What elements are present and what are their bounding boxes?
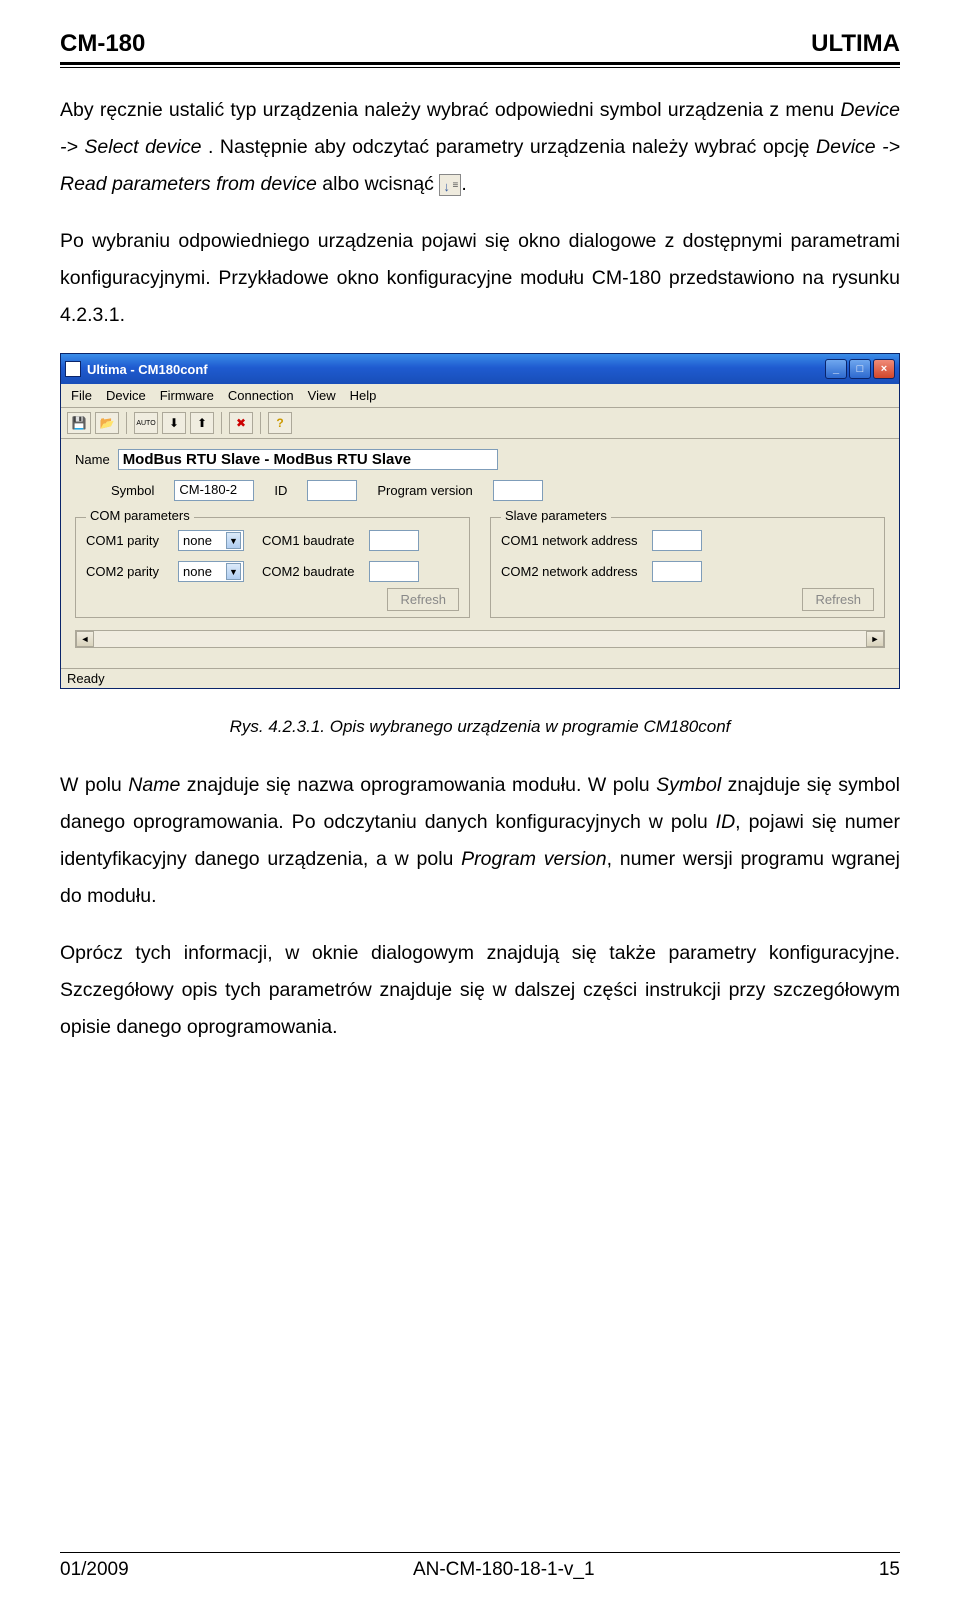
scroll-right-icon[interactable]: ►: [866, 631, 884, 647]
id-label: ID: [274, 483, 287, 498]
group-legend: Slave parameters: [501, 508, 611, 523]
footer-page: 15: [879, 1559, 900, 1581]
menubar: File Device Firmware Connection View Hel…: [61, 384, 899, 408]
com2-parity-select[interactable]: none ▼: [178, 561, 244, 582]
field-ref: Symbol: [656, 774, 721, 796]
com1-net-label: COM1 network address: [501, 533, 638, 548]
statusbar: Ready: [61, 668, 899, 688]
app-window: Ultima - CM180conf _ □ × File Device Fir…: [60, 353, 900, 689]
separator: [260, 412, 261, 434]
header-rule: [60, 62, 900, 68]
field-ref: ID: [716, 811, 736, 833]
chevron-down-icon: ▼: [226, 532, 241, 549]
com1-net-field[interactable]: [652, 530, 702, 551]
com1-baud-field[interactable]: [369, 530, 419, 551]
progver-label: Program version: [377, 483, 472, 498]
status-text: Ready: [67, 671, 105, 686]
disconnect-icon[interactable]: ✖: [229, 412, 253, 434]
text: znajduje się nazwa oprogramowania modułu…: [180, 774, 656, 796]
paragraph-2: Po wybraniu odpowiedniego urządzenia poj…: [60, 223, 900, 334]
refresh-button-com[interactable]: Refresh: [387, 588, 459, 611]
scroll-left-icon[interactable]: ◄: [76, 631, 94, 647]
window-title: Ultima - CM180conf: [87, 362, 825, 377]
open-icon[interactable]: 📂: [95, 412, 119, 434]
id-field[interactable]: [307, 480, 357, 501]
paragraph-4: Oprócz tych informacji, w oknie dialogow…: [60, 935, 900, 1046]
com1-baud-label: COM1 baudrate: [262, 533, 355, 548]
footer-rule: [60, 1552, 900, 1553]
symbol-field[interactable]: CM-180-2: [174, 480, 254, 501]
progver-field[interactable]: [493, 480, 543, 501]
horizontal-scrollbar[interactable]: ◄ ►: [75, 630, 885, 648]
com2-baud-label: COM2 baudrate: [262, 564, 355, 579]
menu-view[interactable]: View: [308, 388, 336, 403]
app-icon: [65, 361, 81, 377]
menu-help[interactable]: Help: [350, 388, 377, 403]
group-legend: COM parameters: [86, 508, 194, 523]
name-field[interactable]: ModBus RTU Slave - ModBus RTU Slave: [118, 449, 498, 470]
menu-file[interactable]: File: [71, 388, 92, 403]
com2-net-field[interactable]: [652, 561, 702, 582]
minimize-button[interactable]: _: [825, 359, 847, 379]
text: Aby ręcznie ustalić typ urządzenia należ…: [60, 99, 840, 121]
paragraph-3: W polu Name znajduje się nazwa oprogramo…: [60, 767, 900, 915]
com2-baud-field[interactable]: [369, 561, 419, 582]
separator: [221, 412, 222, 434]
close-button[interactable]: ×: [873, 359, 895, 379]
menu-device[interactable]: Device: [106, 388, 146, 403]
text: W polu: [60, 774, 128, 796]
page-header: CM-180 ULTIMA: [60, 30, 900, 58]
auto-icon[interactable]: AUTO: [134, 412, 158, 434]
com-parameters-group: COM parameters COM1 parity none ▼ COM1 b…: [75, 517, 470, 618]
header-right: ULTIMA: [811, 30, 900, 58]
com2-parity-label: COM2 parity: [86, 564, 164, 579]
client-area: Name ModBus RTU Slave - ModBus RTU Slave…: [61, 439, 899, 668]
read-params-icon: [439, 174, 461, 196]
scroll-track[interactable]: [94, 631, 866, 647]
field-ref: Program version: [461, 848, 606, 870]
footer-docid: AN-CM-180-18-1-v_1: [413, 1559, 595, 1581]
save-icon[interactable]: 💾: [67, 412, 91, 434]
menu-connection[interactable]: Connection: [228, 388, 294, 403]
titlebar[interactable]: Ultima - CM180conf _ □ ×: [61, 354, 899, 384]
toolbar: 💾 📂 AUTO ⬇ ⬆ ✖ ?: [61, 408, 899, 439]
com1-parity-label: COM1 parity: [86, 533, 164, 548]
select-value: none: [183, 533, 212, 548]
header-left: CM-180: [60, 30, 145, 58]
paragraph-1: Aby ręcznie ustalić typ urządzenia należ…: [60, 92, 900, 203]
read-icon[interactable]: ⬇: [162, 412, 186, 434]
menu-firmware[interactable]: Firmware: [160, 388, 214, 403]
com1-parity-select[interactable]: none ▼: [178, 530, 244, 551]
text: .: [461, 173, 466, 195]
com2-net-label: COM2 network address: [501, 564, 638, 579]
page-footer: 01/2009 AN-CM-180-18-1-v_1 15: [60, 1552, 900, 1581]
name-label: Name: [75, 452, 110, 467]
footer-date: 01/2009: [60, 1559, 129, 1581]
separator: [126, 412, 127, 434]
text: . Następnie aby odczytać parametry urząd…: [208, 136, 816, 158]
select-value: none: [183, 564, 212, 579]
slave-parameters-group: Slave parameters COM1 network address CO…: [490, 517, 885, 618]
write-icon[interactable]: ⬆: [190, 412, 214, 434]
maximize-button[interactable]: □: [849, 359, 871, 379]
figure-caption: Rys. 4.2.3.1. Opis wybranego urządzenia …: [60, 717, 900, 737]
refresh-button-slave[interactable]: Refresh: [802, 588, 874, 611]
symbol-label: Symbol: [111, 483, 154, 498]
chevron-down-icon: ▼: [226, 563, 241, 580]
text: albo wcisnąć: [322, 173, 439, 195]
help-icon[interactable]: ?: [268, 412, 292, 434]
field-ref: Name: [128, 774, 180, 796]
